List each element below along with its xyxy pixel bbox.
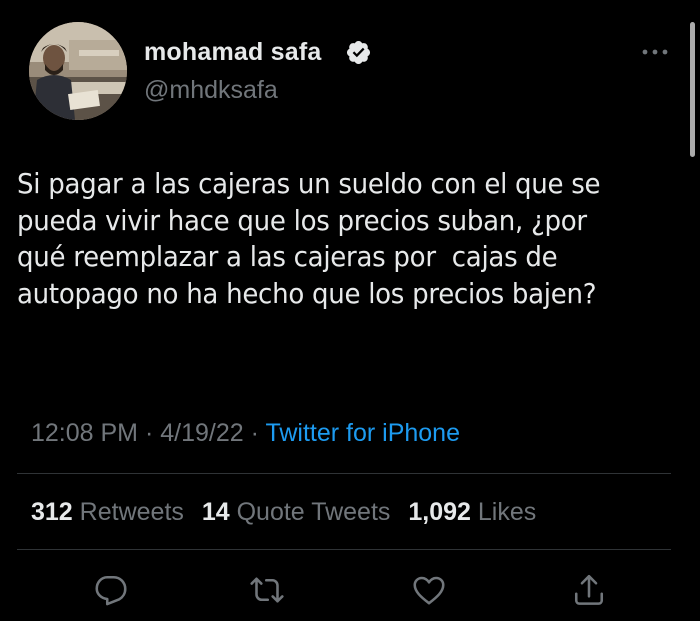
- reply-icon[interactable]: [93, 572, 129, 608]
- more-options-icon[interactable]: [639, 42, 671, 62]
- retweet-icon[interactable]: [249, 572, 285, 608]
- author-handle[interactable]: @mhdksafa: [144, 76, 278, 105]
- retweets-stat[interactable]: 312 Retweets: [31, 498, 184, 526]
- author-display-name[interactable]: mohamad safa: [144, 38, 321, 67]
- scrollbar-thumb[interactable]: [690, 22, 695, 157]
- meta-separator: ·: [144, 419, 154, 447]
- likes-stat[interactable]: 1,092 Likes: [408, 498, 536, 526]
- likes-count: 1,092: [408, 498, 471, 526]
- tweet-date[interactable]: 4/19/22: [160, 419, 243, 447]
- divider: [17, 549, 671, 550]
- divider: [17, 473, 671, 474]
- verified-badge-icon: [346, 40, 371, 65]
- avatar[interactable]: [29, 22, 127, 120]
- retweets-count: 312: [31, 498, 73, 526]
- retweets-label: Retweets: [79, 498, 184, 526]
- meta-separator: ·: [250, 419, 259, 447]
- tweet-text: Si pagar a las cajeras un sueldo con el …: [17, 167, 601, 310]
- tweet-time[interactable]: 12:08 PM: [31, 419, 138, 447]
- likes-label: Likes: [477, 498, 537, 526]
- quote-tweets-count: 14: [201, 498, 230, 526]
- tweet-meta: 12:08 PM · 4/19/22 · Twitter for iPhone: [31, 419, 460, 448]
- share-icon[interactable]: [571, 572, 607, 608]
- tweet-stats: 312 Retweets 14 Quote Tweets 1,092 Likes: [31, 498, 547, 527]
- quote-tweets-label: Quote Tweets: [236, 498, 391, 526]
- quote-tweets-stat[interactable]: 14 Quote Tweets: [202, 498, 391, 526]
- tweet-source-link[interactable]: Twitter for iPhone: [265, 419, 460, 447]
- like-icon[interactable]: [411, 572, 447, 608]
